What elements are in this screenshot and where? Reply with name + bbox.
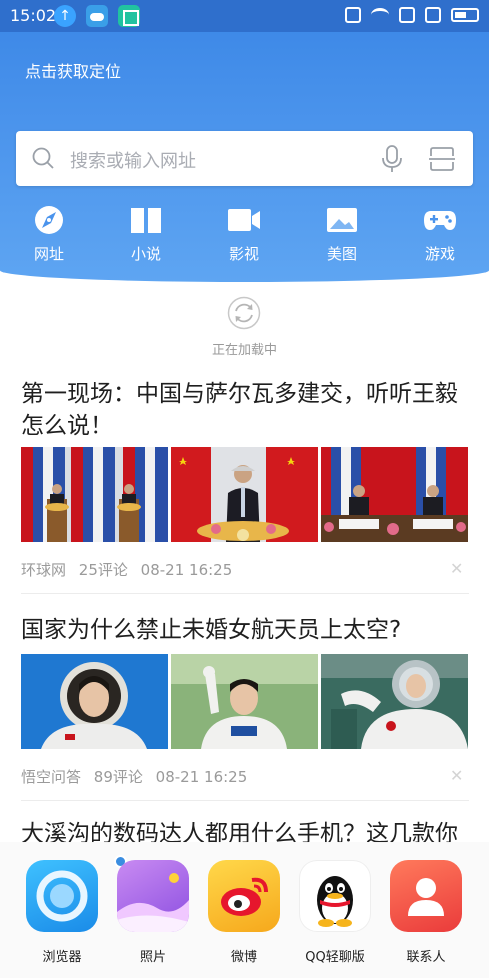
upload-notification-icon: ↑ (54, 5, 76, 27)
article-time: 08-21 16:25 (140, 561, 233, 579)
quick-link-label: 网址 (33, 245, 64, 263)
article-title[interactable]: 国家为什么禁止未婚女航天员上太空? (21, 614, 469, 646)
microphone-icon[interactable] (381, 145, 403, 173)
compass-icon (35, 206, 63, 234)
article-image[interactable] (171, 447, 318, 542)
app-label: 照片 (139, 950, 166, 965)
search-input[interactable]: 搜索或输入网址 (70, 147, 196, 173)
vibrate-icon (345, 7, 361, 23)
quick-link-label: 游戏 (424, 245, 455, 263)
photos-icon (117, 860, 189, 932)
app-qq-lite[interactable]: QQ轻聊版 (299, 860, 371, 965)
article-source: 悟空问答 (21, 768, 82, 786)
app-label: 联系人 (406, 950, 446, 965)
gamepad-icon (424, 211, 456, 230)
weibo-icon (208, 860, 280, 932)
article-image[interactable] (171, 654, 318, 749)
article-comments: 89评论 (93, 768, 143, 786)
quick-link-label: 美图 (326, 245, 357, 263)
weather-notification-icon (86, 5, 108, 27)
article-time: 08-21 16:25 (155, 768, 248, 786)
app-label: QQ轻聊版 (305, 950, 365, 965)
search-icon (32, 147, 54, 169)
app-label: 浏览器 (42, 950, 82, 965)
loading-text: 正在加载中 (211, 343, 277, 358)
refresh-icon (227, 296, 261, 330)
wifi-icon (371, 8, 389, 22)
app-contacts[interactable]: 联系人 (390, 860, 462, 965)
article-meta: 环球网 25评论 08-21 16:25 (21, 559, 240, 580)
status-bar: 15:02 ↑ (0, 0, 489, 32)
book-icon (131, 208, 161, 233)
get-location-link[interactable]: 点击获取定位 (25, 58, 121, 82)
qr-scan-icon[interactable] (429, 147, 455, 171)
quick-link-websites[interactable]: 网址 (19, 205, 79, 264)
article-comments: 25评论 (78, 561, 128, 579)
close-icon[interactable]: ✕ (450, 559, 463, 578)
article-image[interactable] (321, 654, 468, 749)
article-meta: 悟空问答 89评论 08-21 16:25 (21, 766, 255, 787)
quick-link-pictures[interactable]: 美图 (312, 205, 372, 264)
battery-icon (451, 8, 479, 22)
picture-icon (327, 208, 357, 232)
video-camera-icon (228, 209, 260, 231)
divider (21, 800, 469, 801)
search-bar[interactable]: 搜索或输入网址 (16, 131, 473, 186)
close-icon[interactable]: ✕ (450, 766, 463, 785)
browser-icon (26, 860, 98, 932)
contacts-icon (390, 860, 462, 932)
article-image[interactable] (321, 447, 468, 542)
quick-link-videos[interactable]: 影视 (214, 205, 274, 264)
status-time: 15:02 (10, 6, 57, 25)
sim1-icon (399, 7, 415, 23)
article-image[interactable] (21, 447, 168, 542)
article-source: 环球网 (21, 561, 67, 579)
divider (21, 593, 469, 594)
qq-icon (299, 860, 371, 932)
app-photos[interactable]: 照片 (117, 860, 189, 965)
app-weibo[interactable]: 微博 (208, 860, 280, 965)
article-title[interactable]: 第一现场：中国与萨尔瓦多建交，听听王毅怎么说！ (21, 378, 469, 442)
article-image[interactable] (21, 654, 168, 749)
quick-link-novels[interactable]: 小说 (116, 205, 176, 264)
quick-link-label: 影视 (228, 245, 259, 263)
quick-link-label: 小说 (130, 245, 161, 263)
sim2-icon (425, 7, 441, 23)
status-icons (345, 7, 479, 23)
scan-notification-icon (118, 5, 140, 27)
quick-link-games[interactable]: 游戏 (410, 205, 470, 264)
app-browser[interactable]: 浏览器 (26, 860, 98, 965)
app-label: 微博 (230, 950, 257, 965)
